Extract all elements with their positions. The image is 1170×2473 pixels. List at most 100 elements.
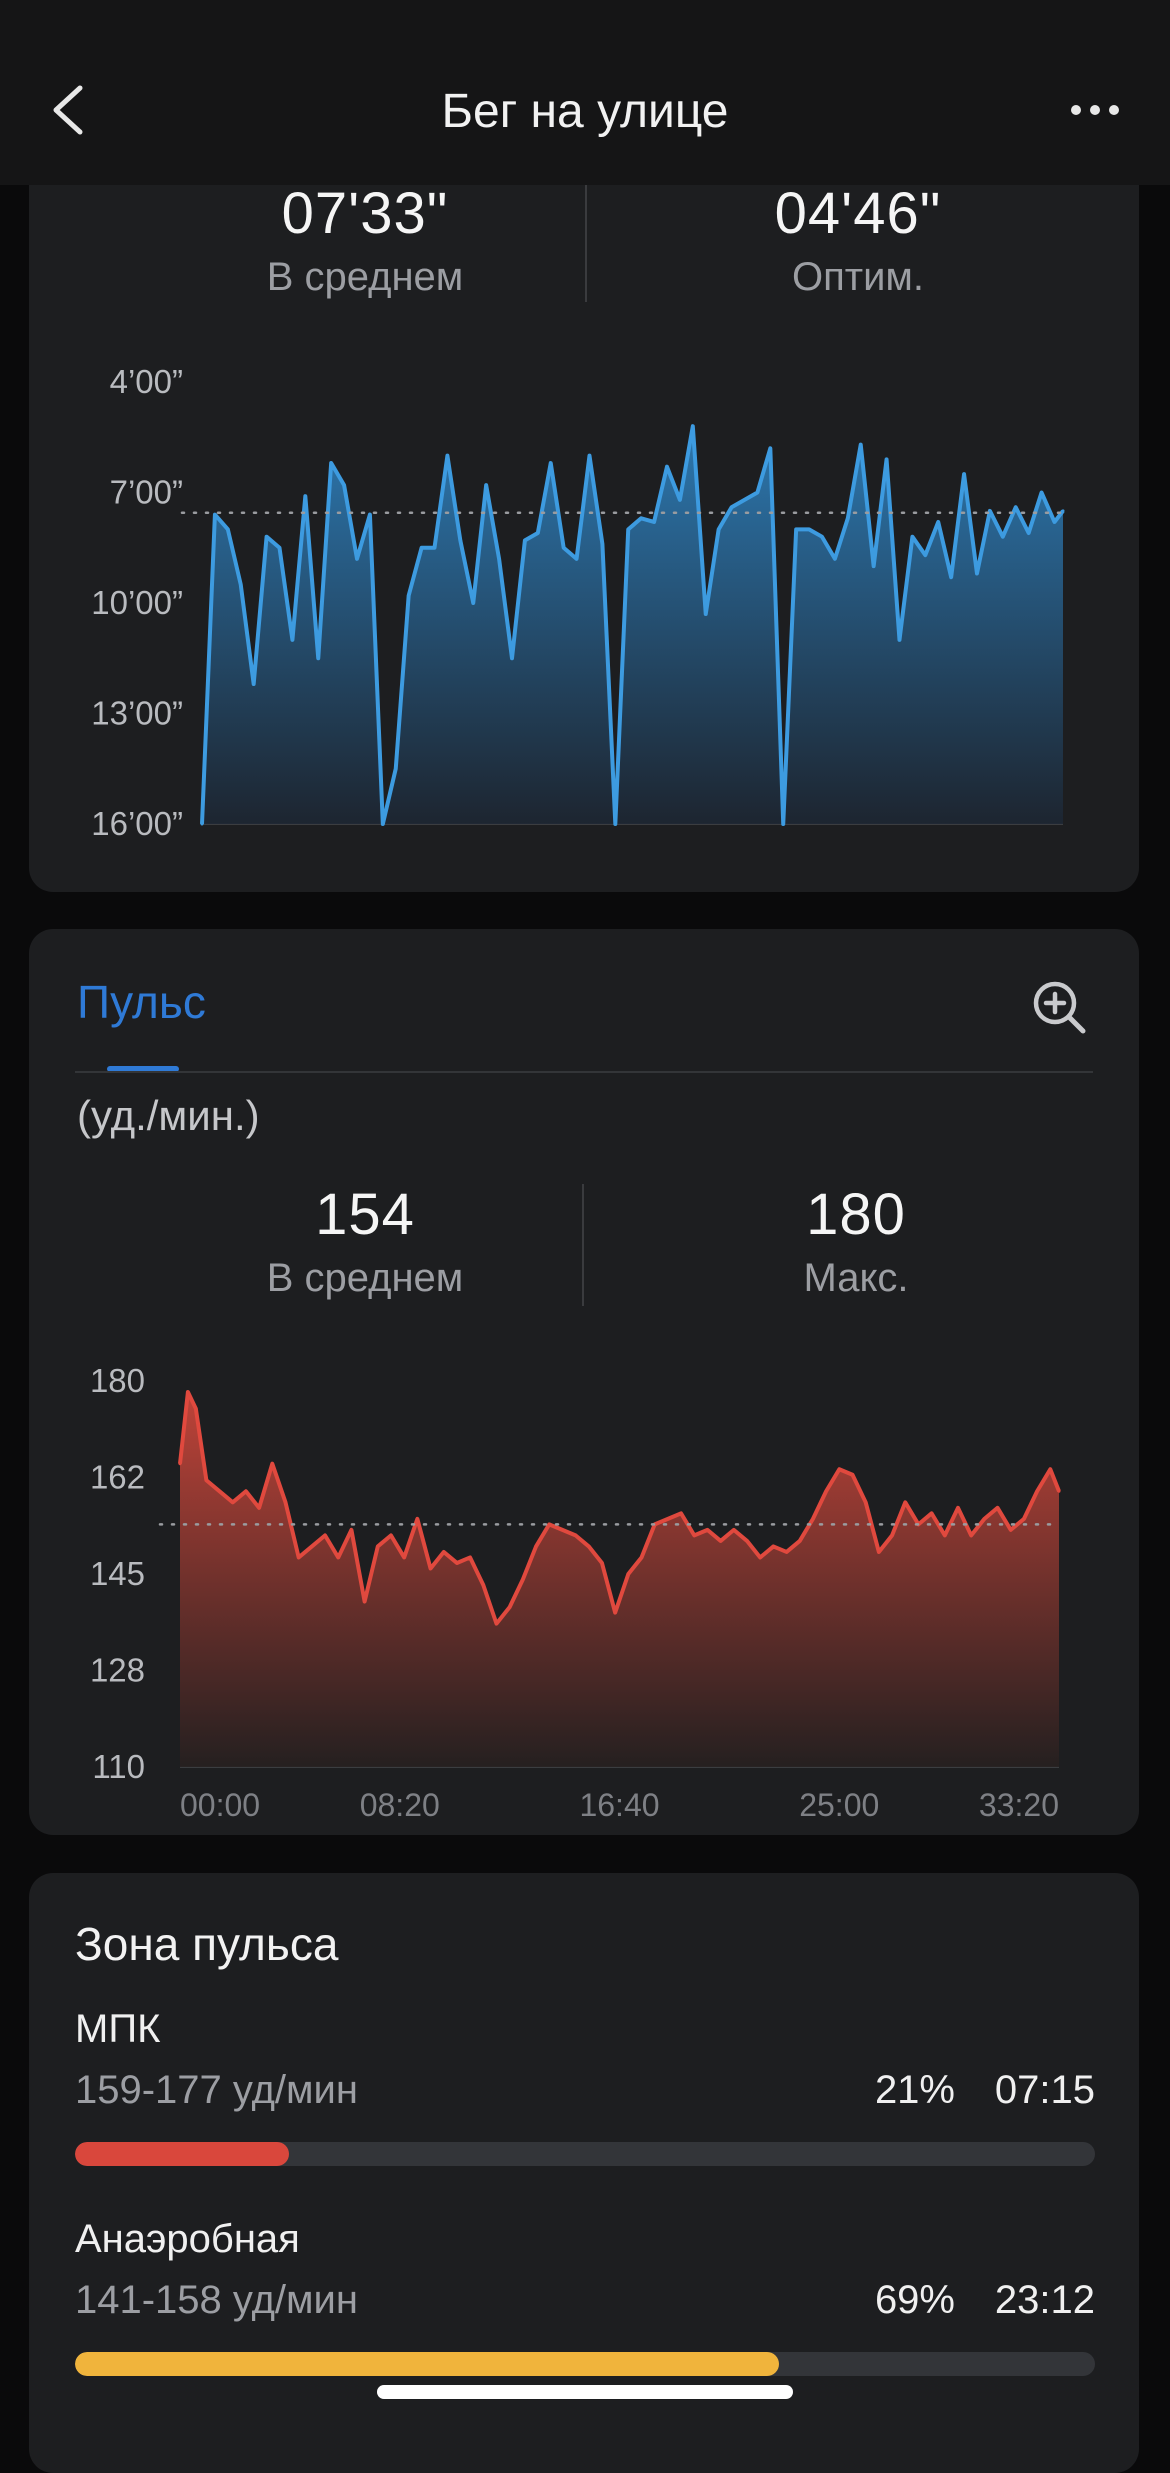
zoom-in-icon[interactable] <box>1029 977 1089 1037</box>
tab-heart-rate[interactable]: Пульс <box>77 975 206 1029</box>
chart-data-point <box>798 1539 802 1543</box>
chart-data-point <box>885 457 889 461</box>
hr-max-value: 180 <box>806 1182 906 1247</box>
chart-data-point <box>962 472 966 476</box>
zone-percent: 69% <box>874 2278 955 2322</box>
chart-data-point <box>679 1511 683 1515</box>
chart-data-point <box>820 535 824 539</box>
chart-data-point <box>1048 1467 1052 1471</box>
chart-data-point <box>244 1489 248 1493</box>
zone-progress-track <box>75 2352 1095 2376</box>
chart-data-point <box>510 656 514 660</box>
chart-data-point <box>270 1462 274 1466</box>
chart-data-point <box>771 1544 775 1548</box>
ellipsis-horizontal-icon[interactable] <box>1060 94 1140 124</box>
chart-data-point <box>768 446 772 450</box>
chart-data-point <box>186 1390 190 1394</box>
chart-data-point <box>297 1555 301 1559</box>
y-tick-label: 10’00” <box>91 584 183 621</box>
heart-rate-zones-card: Зона пульса МПК 159-177 уд/мин 21% 07:15… <box>29 1873 1139 2473</box>
chart-data-point <box>717 527 721 531</box>
chart-data-point <box>283 1500 287 1504</box>
zone-progress-fill <box>75 2352 779 2376</box>
chart-data-point <box>265 535 269 539</box>
zone-name: МПК <box>75 2007 161 2051</box>
chart-data-point <box>890 1533 894 1537</box>
hr-average-stat: 154 В среднем <box>135 1181 595 1301</box>
chart-data-point <box>349 1528 353 1532</box>
pace-average-value: 07'33" <box>281 181 449 246</box>
chart-data-point <box>213 513 217 517</box>
chart-data-point <box>794 527 798 531</box>
chart-data-point <box>521 1578 525 1582</box>
zone-time: 23:12 <box>994 2278 1095 2322</box>
chart-data-point <box>363 1600 367 1604</box>
zone-item[interactable]: МПК 159-177 уд/мин 21% 07:15 <box>75 2007 1095 2166</box>
chart-data-point <box>1014 505 1018 509</box>
chart-data-point <box>930 1511 934 1515</box>
chart-data-point <box>336 1555 340 1559</box>
zone-info-row: 141-158 уд/мин 69% 23:12 <box>75 2270 1095 2326</box>
chart-data-point <box>626 527 630 531</box>
chart-data-point <box>923 553 927 557</box>
pace-best-stat: 04'46" Оптим. <box>628 180 1088 300</box>
chart-data-point <box>1035 1489 1039 1493</box>
y-tick-label: 7’00” <box>110 474 183 511</box>
hr-max-label: Макс. <box>803 1256 909 1300</box>
chart-data-point <box>936 520 940 524</box>
pace-card: 07'33" В среднем 04'46" Оптим. 4’00” 7’00… <box>29 150 1139 892</box>
chart-data-point <box>549 461 553 465</box>
chart-data-point <box>692 1533 696 1537</box>
y-tick-label: 145 <box>90 1555 145 1592</box>
chart-data-point <box>704 612 708 616</box>
chart-data-point <box>432 546 436 550</box>
tab-divider <box>75 1071 1093 1073</box>
chart-data-point <box>442 1550 446 1554</box>
chart-data-point <box>536 531 540 535</box>
chart-data-point <box>956 1506 960 1510</box>
chart-data-point <box>587 1544 591 1548</box>
chart-data-point <box>218 1489 222 1493</box>
chart-area-fill <box>180 1392 1059 1767</box>
chart-data-point <box>484 483 488 487</box>
chart-data-point <box>471 601 475 605</box>
y-tick-label: 162 <box>90 1459 145 1496</box>
chart-data-point <box>231 1500 235 1504</box>
pace-chart[interactable]: 4’00”7’00”10’00”13’00”16’00”00:0008:2016… <box>29 350 1139 850</box>
chart-data-point <box>415 1517 419 1521</box>
y-tick-label: 128 <box>90 1652 145 1689</box>
chart-data-point <box>851 1473 855 1477</box>
chart-data-point <box>745 1539 749 1543</box>
chart-data-point <box>407 594 411 598</box>
y-tick-label: 13’00” <box>91 695 183 732</box>
chart-data-point <box>290 638 294 642</box>
chart-data-point <box>639 516 643 520</box>
chart-data-point <box>575 557 579 561</box>
chart-data-point <box>329 461 333 465</box>
pace-best-label: Оптим. <box>791 255 925 299</box>
chart-data-point <box>534 1544 538 1548</box>
chart-data-point <box>458 538 462 542</box>
chart-data-point <box>652 520 656 524</box>
chart-data-point <box>864 1500 868 1504</box>
chart-data-point <box>600 542 604 546</box>
chart-data-point <box>355 557 359 561</box>
chart-data-point <box>719 1539 723 1543</box>
pace-average-label: В среднем <box>266 255 464 299</box>
zone-range: 141-158 уд/мин <box>75 2278 358 2322</box>
chart-data-point <box>600 1561 604 1565</box>
chart-data-point <box>626 1572 630 1576</box>
hr-average-value: 154 <box>315 1182 415 1247</box>
chart-data-point <box>730 505 734 509</box>
home-indicator[interactable] <box>377 2385 793 2399</box>
chart-data-point <box>277 546 281 550</box>
heart-rate-chart[interactable]: 180 162 145 128 110 00:00 08:20 16:40 25:00 33:20 <box>29 1349 1139 1819</box>
zone-item[interactable]: Анаэробная 141-158 уд/мин 69% 23:12 <box>75 2217 1095 2376</box>
chart-data-point <box>303 494 307 498</box>
chart-data-point <box>547 1522 551 1526</box>
chart-data-point <box>252 682 256 686</box>
chart-data-point <box>310 1544 314 1548</box>
chart-data-point <box>429 1566 433 1570</box>
chart-data-point <box>587 454 591 458</box>
chart-data-point <box>316 656 320 660</box>
